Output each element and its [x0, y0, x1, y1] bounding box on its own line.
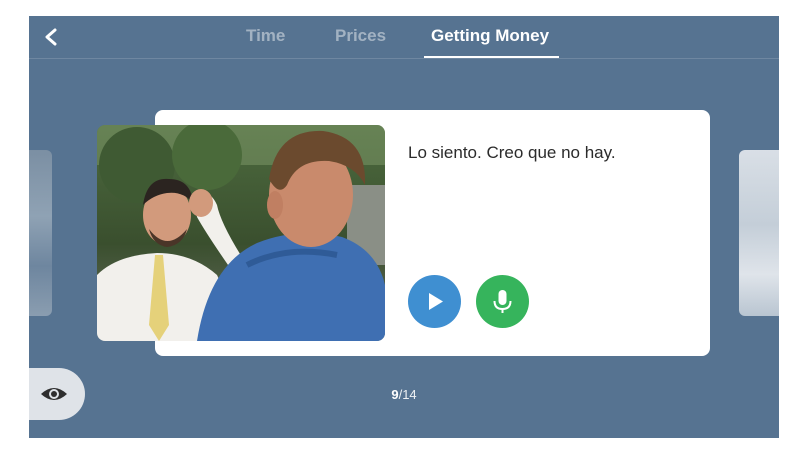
tab-time[interactable]: Time [246, 26, 285, 46]
video-thumbnail[interactable] [97, 125, 385, 341]
tab-prices[interactable]: Prices [335, 26, 386, 46]
play-icon [429, 293, 443, 310]
top-navigation-bar: Time Prices Getting Money [29, 16, 779, 60]
tab-getting-money[interactable]: Getting Money [431, 26, 549, 46]
video-scene-image [97, 125, 385, 341]
total-pages: 14 [402, 387, 417, 402]
microphone-icon [493, 290, 512, 313]
play-audio-button[interactable] [408, 275, 461, 328]
header-divider [29, 58, 779, 59]
show-hide-text-button[interactable] [29, 368, 85, 420]
chevron-left-icon [45, 28, 57, 46]
page-indicator: 9/14 [369, 387, 439, 402]
back-button[interactable] [37, 22, 65, 52]
next-card-preview[interactable] [739, 150, 779, 316]
previous-card-preview[interactable] [29, 150, 52, 316]
record-voice-button[interactable] [476, 275, 529, 328]
current-page: 9 [391, 387, 399, 402]
app-screen: Time Prices Getting Money Lo siento. Cre… [29, 16, 779, 438]
phrase-text: Lo siento. Creo que no hay. [408, 143, 616, 162]
eye-icon [41, 388, 67, 400]
